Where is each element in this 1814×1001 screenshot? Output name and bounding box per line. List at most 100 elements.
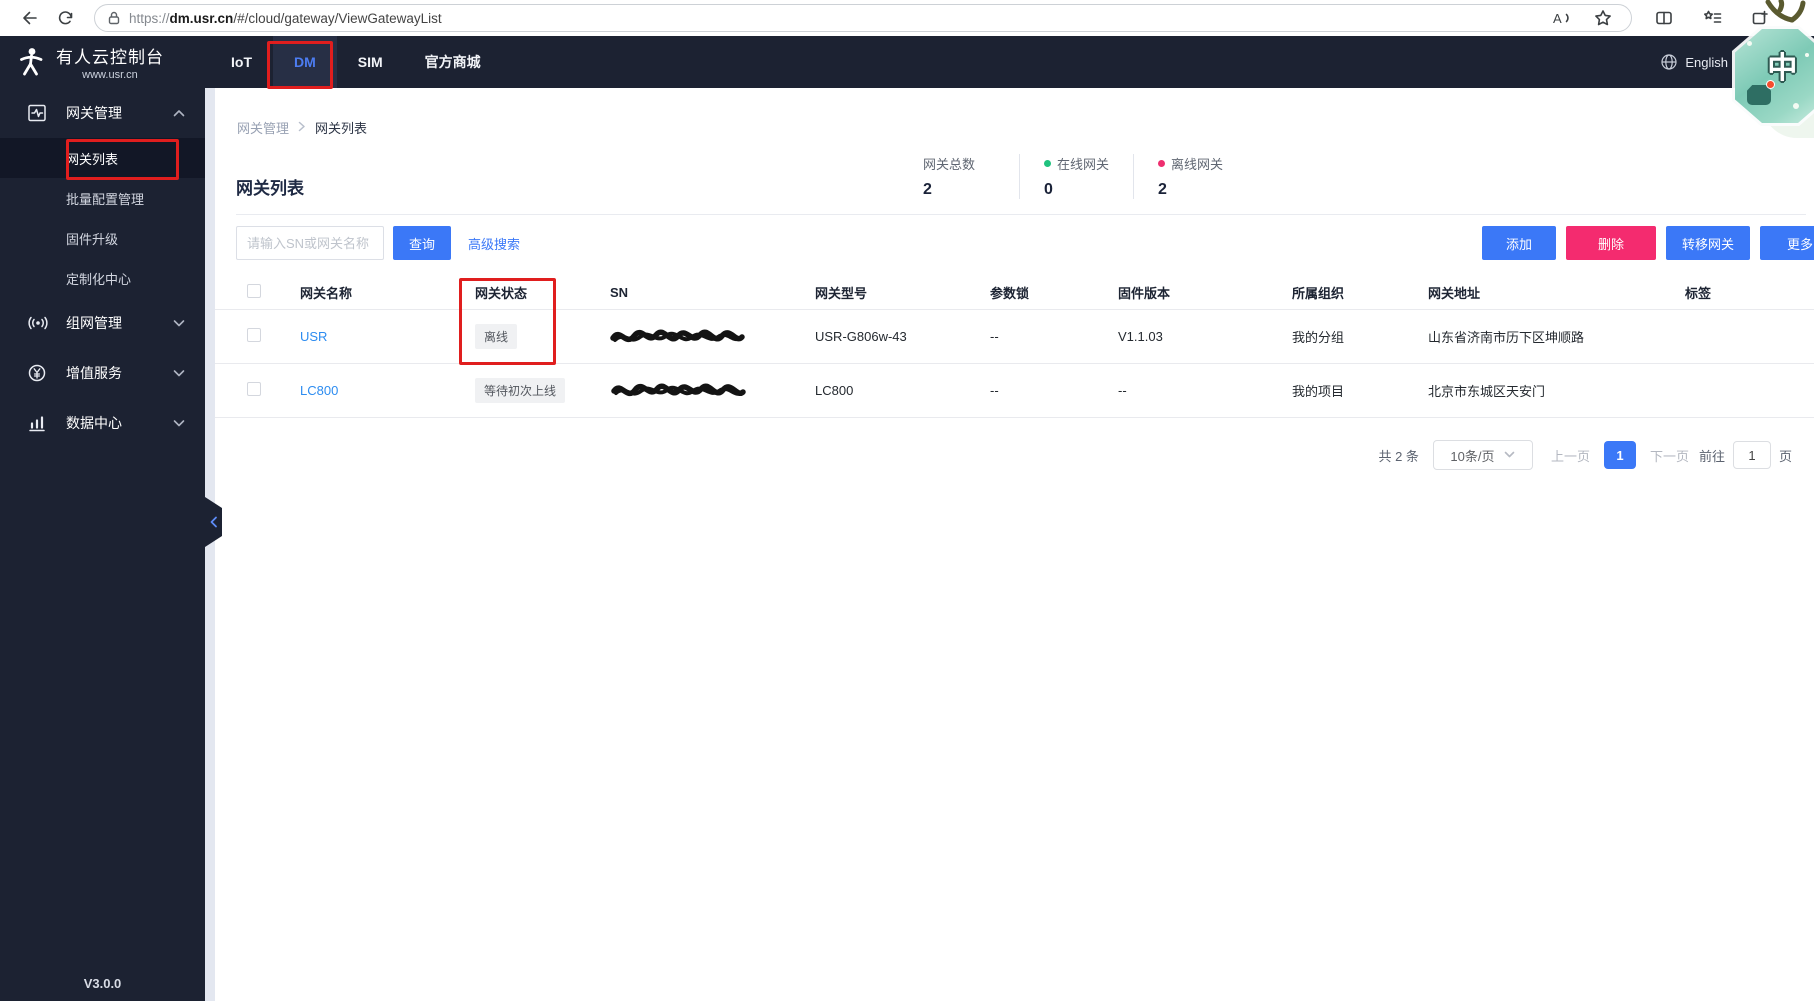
tab-official-store[interactable]: 官方商城	[404, 36, 502, 88]
more-button[interactable]: 更多	[1760, 226, 1814, 260]
row-checkbox[interactable]	[247, 382, 261, 396]
col-header-tag: 标签	[1685, 286, 1712, 301]
breadcrumb-separator-icon	[298, 120, 306, 135]
sidebar-item-batch-config[interactable]: 批量配置管理	[0, 178, 205, 218]
sidebar-label: 组网管理	[66, 315, 122, 331]
cell-model: USR-G806w-43	[815, 329, 907, 344]
sidebar-label: 固件升级	[66, 231, 119, 247]
sidebar-item-network-mgmt[interactable]: 组网管理	[0, 298, 205, 348]
sidebar-item-gateway-mgmt[interactable]: 网关管理	[0, 88, 205, 138]
sidebar-item-value-added[interactable]: 增值服务	[0, 348, 205, 398]
app-version: V3.0.0	[83, 976, 122, 991]
bar-chart-icon	[27, 413, 49, 433]
chevron-down-icon	[173, 419, 185, 428]
sidebar-label: 网关管理	[66, 105, 122, 121]
sidebar-label: 数据中心	[66, 415, 122, 431]
svg-text:A: A	[1553, 11, 1562, 26]
stat-offline-value: 2	[1158, 181, 1167, 198]
cell-firmware: --	[1118, 383, 1127, 398]
page-number-1[interactable]: 1	[1603, 441, 1636, 469]
gateway-name-link[interactable]: LC800	[300, 383, 338, 398]
col-header-org: 所属组织	[1292, 286, 1345, 301]
filter-row: 查询 高级搜索	[236, 226, 520, 260]
stat-offline: 离线网关 2	[1133, 154, 1247, 199]
sidebar-label: 定制化中心	[66, 271, 132, 287]
sn-redaction-scribble	[610, 383, 815, 399]
sidebar-label: 批量配置管理	[66, 191, 145, 207]
refresh-icon[interactable]	[48, 3, 84, 33]
goto-page-input[interactable]	[1732, 441, 1771, 469]
sidebar-item-firmware-upgrade[interactable]: 固件升级	[0, 218, 205, 258]
breadcrumb-current: 网关列表	[315, 121, 368, 136]
col-header-status: 网关状态	[475, 286, 528, 301]
read-aloud-icon[interactable]: A	[1543, 3, 1579, 33]
col-header-name: 网关名称	[300, 286, 353, 301]
product-tabs: IoT DM SIM 官方商城	[210, 36, 502, 88]
search-input[interactable]	[236, 226, 384, 260]
page-size-select[interactable]: 10条/页	[1432, 440, 1533, 470]
chevron-down-icon	[1505, 451, 1515, 458]
ime-badge-octagon: 中	[1732, 26, 1814, 126]
divider	[236, 214, 1806, 215]
tab-dm[interactable]: DM	[273, 36, 337, 88]
next-page-button[interactable]: 下一页	[1650, 446, 1689, 465]
favorite-star-icon[interactable]	[1585, 3, 1621, 33]
cell-param-lock: --	[990, 383, 999, 398]
status-tag: 离线	[475, 324, 518, 349]
goto-label: 前往	[1698, 448, 1725, 464]
sidebar-item-customization-center[interactable]: 定制化中心	[0, 258, 205, 298]
pagination-total: 共 2 条	[1378, 448, 1419, 464]
chevron-left-icon	[210, 516, 217, 528]
col-header-firmware: 固件版本	[1118, 286, 1171, 301]
stat-total-value: 2	[923, 181, 932, 198]
sidebar-label: 增值服务	[66, 365, 122, 381]
usr-person-logo-icon	[20, 48, 43, 76]
split-screen-icon[interactable]	[1646, 3, 1682, 33]
url-text: https://dm.usr.cn/#/cloud/gateway/ViewGa…	[129, 10, 442, 26]
back-icon[interactable]	[12, 3, 48, 33]
cell-model: LC800	[815, 383, 854, 398]
tab-iot[interactable]: IoT	[210, 36, 273, 88]
gateway-table: 网关名称 网关状态 SN 网关型号 参数锁 固件版本 所属组织 网关地址 标签 …	[215, 276, 1814, 418]
query-button[interactable]: 查询	[393, 226, 451, 260]
prev-page-button[interactable]: 上一页	[1551, 446, 1590, 465]
breadcrumb: 网关管理 网关列表	[237, 118, 367, 137]
browser-toolbar: https://dm.usr.cn/#/cloud/gateway/ViewGa…	[0, 0, 1814, 36]
lock-icon	[108, 11, 120, 25]
brand-title: 有人云控制台	[56, 48, 164, 67]
content-card: 网关管理 网关列表 网关列表 网关总数 2 在线网关 0 离线网关 2 请输入S…	[215, 88, 1814, 1001]
cell-firmware: V1.1.03	[1118, 329, 1163, 344]
select-all-checkbox[interactable]	[247, 284, 261, 298]
tab-sim[interactable]: SIM	[337, 36, 404, 88]
stat-total: 网关总数 2	[923, 154, 1019, 199]
cell-org: 我的项目	[1292, 384, 1345, 399]
table-row: USR 离线 USR-G806w-43 -- V1.1.03 我的分组 山东省济…	[215, 310, 1814, 364]
advanced-search-link[interactable]: 高级搜索	[468, 234, 520, 253]
ime-overlay-badge[interactable]: 中	[1704, 0, 1814, 138]
add-button[interactable]: 添加	[1482, 226, 1556, 260]
gateway-name-link[interactable]: USR	[300, 329, 327, 344]
address-bar[interactable]: https://dm.usr.cn/#/cloud/gateway/ViewGa…	[94, 4, 1632, 32]
cell-address: 北京市东城区天安门	[1428, 384, 1546, 399]
chevron-down-icon	[173, 319, 185, 328]
transfer-gateway-button[interactable]: 转移网关	[1666, 226, 1750, 260]
table-row: LC800 等待初次上线 LC800 -- -- 我的项目 北京市东城区天安门	[215, 364, 1814, 418]
breadcrumb-parent[interactable]: 网关管理	[237, 118, 289, 137]
table-header-row: 网关名称 网关状态 SN 网关型号 参数锁 固件版本 所属组织 网关地址 标签	[215, 276, 1814, 310]
brand-logo[interactable]: 有人云控制台 www.usr.cn	[15, 43, 164, 81]
sidebar-item-gateway-list[interactable]: 网关列表	[0, 138, 205, 178]
network-broadcast-icon	[27, 313, 49, 333]
pagination: 共 2 条 10条/页 上一页 1 下一页 前往 页	[1378, 440, 1792, 470]
status-tag: 等待初次上线	[475, 378, 566, 403]
action-buttons: 添加 删除 转移网关 更多	[1482, 226, 1814, 260]
stat-online-value: 0	[1044, 181, 1053, 198]
delete-button[interactable]: 删除	[1566, 226, 1656, 260]
cell-param-lock: --	[990, 329, 999, 344]
brand-subtitle: www.usr.cn	[82, 69, 138, 81]
online-dot	[1044, 160, 1051, 167]
row-checkbox[interactable]	[247, 328, 261, 342]
stat-online: 在线网关 0	[1019, 154, 1133, 199]
sidebar-item-data-center[interactable]: 数据中心	[0, 398, 205, 448]
chevron-up-icon	[173, 109, 185, 118]
ime-notification-dot	[1766, 80, 1775, 89]
